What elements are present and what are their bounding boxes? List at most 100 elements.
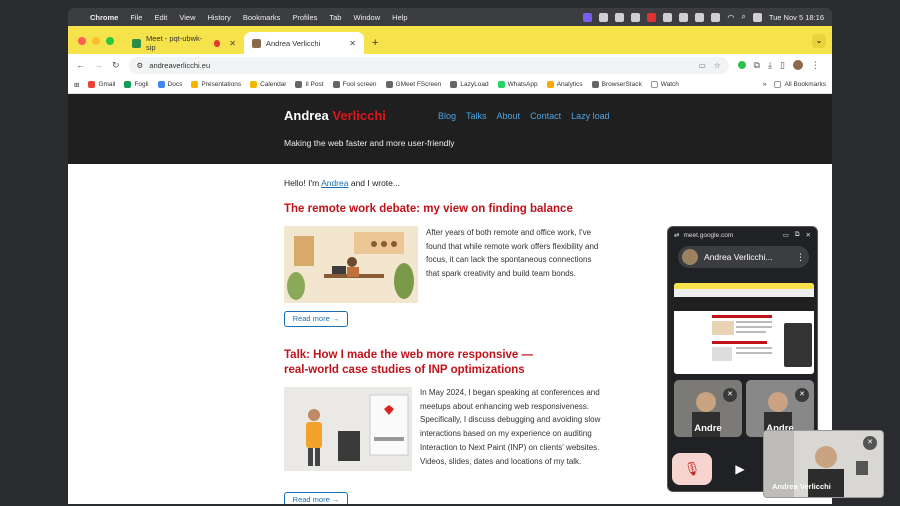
bookmark-calendar[interactable]: Calendar	[250, 81, 286, 88]
tab-andrea-verlicchi[interactable]: Andrea Verlicchi ✕	[244, 32, 364, 54]
camera-small-icon[interactable]: ▭	[783, 231, 789, 239]
menu-history[interactable]: History	[208, 13, 231, 22]
post-title-inp-talk[interactable]: Talk: How I made the web more responsive…	[284, 348, 554, 378]
sidebar-icon[interactable]: ▯	[780, 60, 785, 71]
mute-microphone-button[interactable]: 🎙	[672, 453, 712, 485]
close-tab-icon[interactable]: ✕	[229, 39, 236, 48]
new-tab-button[interactable]: +	[364, 37, 386, 54]
read-more-button[interactable]: Read more →	[284, 492, 348, 504]
globe-icon	[450, 81, 458, 88]
bookmark-watch[interactable]: Watch	[650, 81, 679, 88]
participant-tile[interactable]: ✕ Andre	[746, 380, 814, 437]
bookmark-docs[interactable]: Docs	[157, 81, 182, 88]
nav-about[interactable]: About	[497, 111, 521, 121]
nav-contact[interactable]: Contact	[530, 111, 561, 121]
status-icon-5[interactable]	[663, 12, 673, 22]
control-center-icon[interactable]	[752, 12, 762, 22]
folder-icon	[650, 81, 658, 88]
nav-talks[interactable]: Talks	[466, 111, 487, 121]
recording-icon	[213, 39, 221, 47]
bookmark-fool-screen[interactable]: Fool screen	[332, 81, 377, 88]
menu-window[interactable]: Window	[353, 13, 380, 22]
menu-app-chrome[interactable]: Chrome	[90, 13, 118, 22]
post-title-remote-work[interactable]: The remote work debate: my view on findi…	[284, 202, 604, 217]
back-arrow-icon[interactable]: ←	[76, 60, 85, 70]
participant-tile[interactable]: ✕ Andre	[674, 380, 742, 437]
menu-bookmarks[interactable]: Bookmarks	[243, 13, 281, 22]
nav-lazy-load[interactable]: Lazy load	[571, 111, 610, 121]
status-icon-1[interactable]	[599, 12, 609, 22]
download-icon[interactable]: ⤓	[768, 60, 772, 71]
more-bookmarks-icon[interactable]: »	[763, 81, 767, 88]
bookmark-lazyload[interactable]: LazyLoad	[450, 81, 489, 88]
participant-label: Andre	[694, 423, 722, 434]
lock-icon[interactable]	[695, 12, 705, 22]
shared-screen-preview[interactable]	[674, 283, 814, 374]
post-thumbnail-inp-talk[interactable]	[284, 387, 412, 471]
nav-blog[interactable]: Blog	[438, 111, 456, 121]
profile-avatar[interactable]	[792, 60, 803, 70]
site-logo[interactable]: Andrea Verlicchi	[284, 108, 386, 123]
tab-search-chevron-icon[interactable]: ⌄	[812, 34, 826, 48]
site-info-icon[interactable]: ⚙	[137, 61, 144, 70]
bookmark-fogli[interactable]: Fogli	[124, 81, 149, 88]
bookmark-whatsapp[interactable]: WhatsApp	[497, 81, 538, 88]
minimize-window-button[interactable]	[92, 37, 100, 45]
search-icon[interactable]: ⌕	[741, 12, 745, 22]
read-more-button[interactable]: Read more →	[284, 311, 348, 327]
wifi-icon[interactable]: ◠	[727, 13, 734, 22]
menu-file[interactable]: File	[130, 13, 142, 22]
post-thumbnail-remote-work[interactable]	[284, 226, 418, 303]
tab-meet[interactable]: Meet - pqt-ubwk-sip ✕	[124, 32, 244, 54]
camera-toggle-button[interactable]: ▶	[722, 453, 758, 485]
bookmark-browserstack[interactable]: BrowserStack	[591, 81, 642, 88]
apps-grid-icon[interactable]: ⊞	[74, 81, 79, 89]
intro-text: Hello! I'm Andrea and I wrote...	[284, 178, 400, 188]
whatsapp-icon	[497, 81, 505, 88]
zoom-window-button[interactable]	[106, 37, 114, 45]
swap-icon[interactable]: ⇄	[674, 231, 679, 239]
presenter-chip[interactable]: Andrea Verlicchi... ⋮	[678, 246, 809, 268]
forward-arrow-icon[interactable]: →	[94, 60, 103, 70]
extensions-puzzle-icon[interactable]: ⧉	[754, 60, 760, 71]
bookmarks-bar: ⊞ Gmail Fogli Docs Presentations Calenda…	[68, 76, 832, 94]
status-icon-3[interactable]	[631, 12, 641, 22]
bookmark-gmail[interactable]: Gmail	[88, 81, 115, 88]
menubar-clock[interactable]: Tue Nov 5 18:16	[769, 13, 824, 22]
menu-view[interactable]: View	[179, 13, 195, 22]
menu-edit[interactable]: Edit	[154, 13, 167, 22]
extension-status-icon[interactable]	[737, 61, 746, 69]
presenter-name: Andrea Verlicchi...	[704, 252, 773, 262]
battery-icon[interactable]	[711, 12, 721, 22]
status-icon-6[interactable]	[679, 12, 689, 22]
close-pip-icon[interactable]: ✕	[806, 231, 811, 239]
close-window-button[interactable]	[78, 37, 86, 45]
status-icon-2[interactable]	[615, 12, 625, 22]
meet-pip-titlebar: ⇄ meet.google.com ▭ ⧉ ✕	[668, 227, 817, 243]
more-options-icon[interactable]: ⋮	[796, 252, 805, 263]
sheets-icon	[124, 81, 132, 88]
menu-profiles[interactable]: Profiles	[292, 13, 317, 22]
browser-toolbar: ← → ↻ ⚙ andreaverlicchi.eu ▭ ☆ ⧉ ⤓ ▯ ⋮	[68, 54, 832, 76]
menu-help[interactable]: Help	[392, 13, 407, 22]
back-to-tab-icon[interactable]: ⧉	[795, 231, 800, 239]
url-text[interactable]: andreaverlicchi.eu	[149, 61, 210, 70]
author-link[interactable]: Andrea	[321, 178, 348, 188]
bookmark-star-icon[interactable]: ☆	[714, 61, 721, 70]
bookmark-il-post[interactable]: Il Post	[295, 81, 324, 88]
post-excerpt-remote-work: After years of both remote and office wo…	[426, 228, 599, 279]
screen-share-status-icon[interactable]	[583, 12, 593, 22]
reload-icon[interactable]: ↻	[112, 60, 120, 71]
gmail-icon	[88, 81, 96, 88]
bookmark-analytics[interactable]: Analytics	[546, 81, 583, 88]
self-view-tile[interactable]: ✕ Andrea Verlicchi	[763, 430, 884, 498]
address-bar[interactable]: ⚙ andreaverlicchi.eu ▭ ☆	[128, 56, 729, 74]
status-icon-4[interactable]	[647, 12, 657, 22]
bookmark-gmeet-fscreen[interactable]: GMeet FScreen	[385, 81, 441, 88]
menu-tab[interactable]: Tab	[329, 13, 341, 22]
close-tab-icon[interactable]: ✕	[349, 39, 356, 48]
all-bookmarks[interactable]: All Bookmarks	[774, 81, 826, 88]
kebab-menu-icon[interactable]: ⋮	[811, 60, 820, 71]
cast-icon[interactable]: ▭	[699, 61, 706, 70]
bookmark-presentations[interactable]: Presentations	[191, 81, 241, 88]
